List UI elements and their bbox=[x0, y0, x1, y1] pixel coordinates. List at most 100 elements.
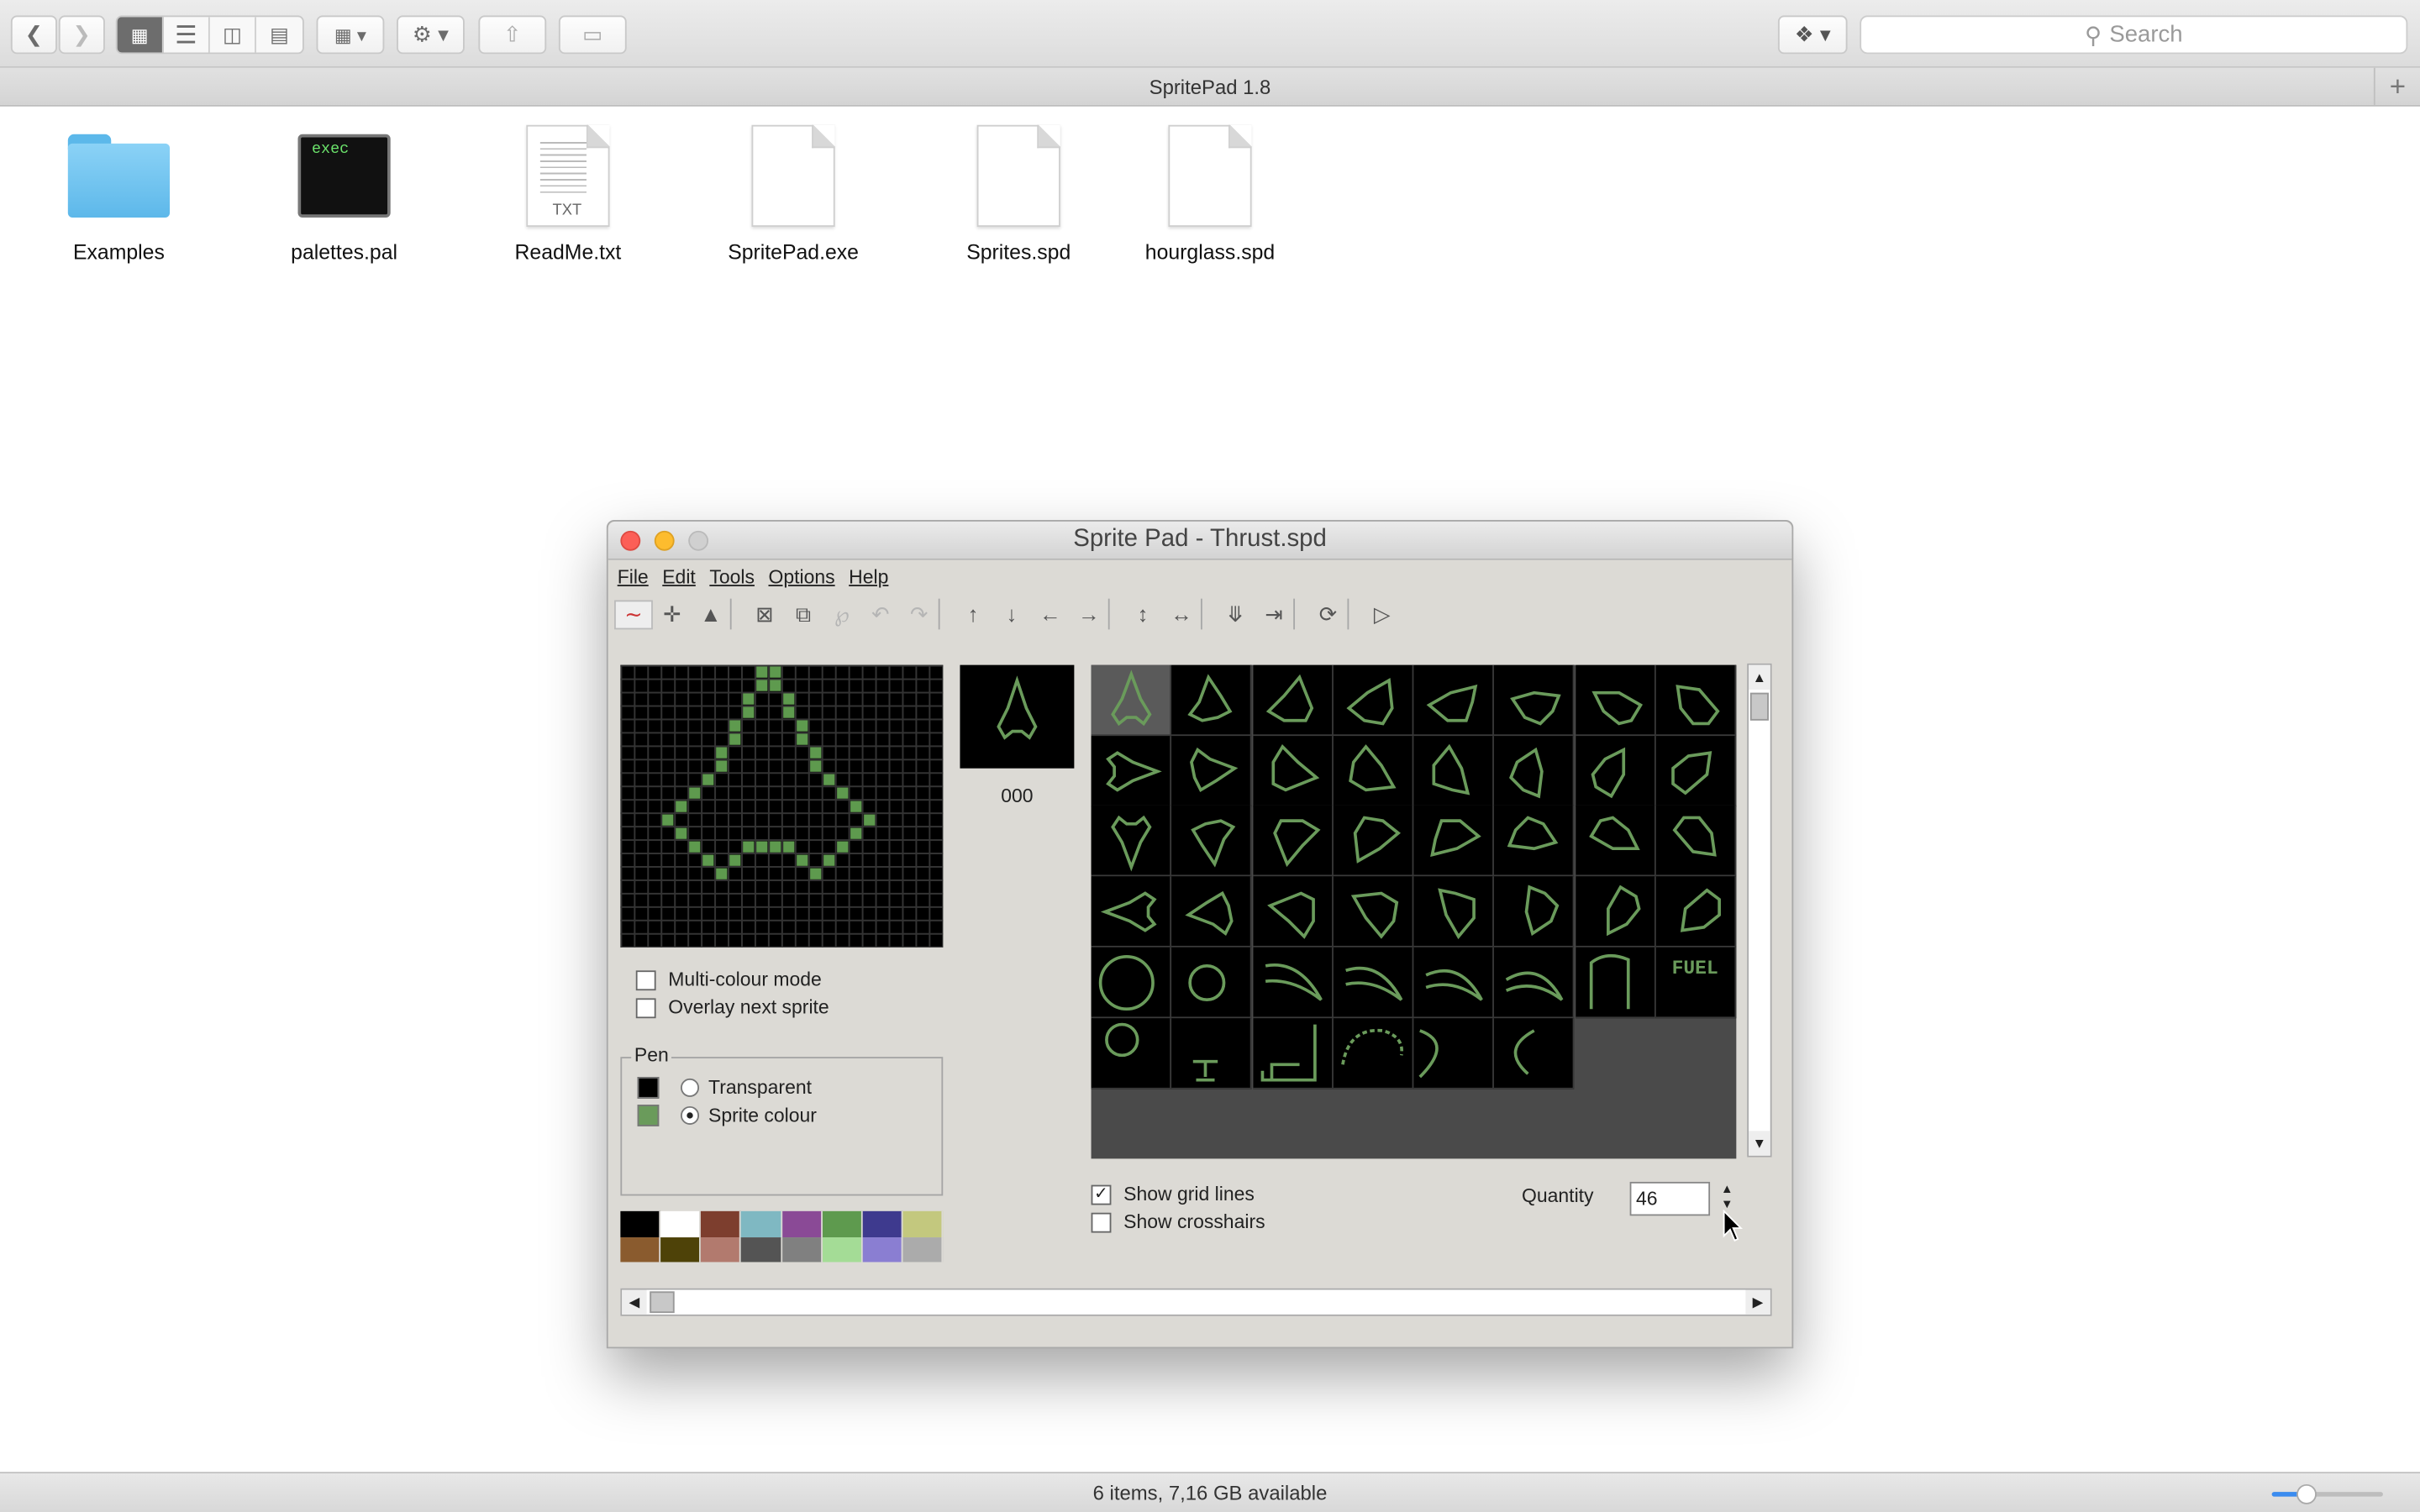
sprite-cell-7[interactable] bbox=[1655, 664, 1736, 737]
palette-colour-2[interactable] bbox=[701, 1210, 742, 1237]
sprite-cell-11[interactable] bbox=[1333, 735, 1413, 807]
sprite-cell-2[interactable] bbox=[1252, 664, 1334, 737]
line-tool-icon[interactable]: ✛ bbox=[653, 601, 692, 627]
file-item-spritepad-exe[interactable]: SpritePad.exe bbox=[701, 120, 886, 264]
icon-size-slider-knob[interactable] bbox=[2296, 1483, 2317, 1504]
draw-tool-icon[interactable]: ∼ bbox=[614, 599, 653, 629]
sprite-cell-9[interactable] bbox=[1171, 735, 1253, 807]
play-icon[interactable]: ▷ bbox=[1363, 601, 1402, 627]
pen-sprite-colour-option[interactable]: Sprite colour bbox=[637, 1105, 817, 1126]
sprite-cell-19[interactable] bbox=[1333, 806, 1413, 877]
forward-button[interactable]: ❯ bbox=[58, 15, 105, 55]
sprite-cell-31[interactable] bbox=[1655, 876, 1736, 948]
share-button[interactable]: ⇧ bbox=[478, 15, 547, 55]
file-item-palettes[interactable]: exec palettes.pal bbox=[251, 120, 436, 264]
dropbox-button[interactable]: ❖ ▾ bbox=[1777, 15, 1848, 55]
sprite-cell-16[interactable] bbox=[1091, 806, 1172, 877]
sprite-cell-44[interactable] bbox=[1413, 1017, 1494, 1089]
palette-colour-3[interactable] bbox=[741, 1210, 782, 1237]
undo-icon[interactable]: ↶ bbox=[861, 601, 900, 627]
sprite-cell-17[interactable] bbox=[1171, 806, 1253, 877]
column-view-button[interactable]: ◫ bbox=[210, 17, 256, 53]
sprite-cell-33[interactable] bbox=[1171, 947, 1253, 1018]
sprite-cell-45[interactable] bbox=[1494, 1017, 1575, 1089]
palette-colour-5[interactable] bbox=[822, 1210, 863, 1237]
sprite-cell-25[interactable] bbox=[1171, 876, 1253, 948]
sprite-cell-37[interactable] bbox=[1494, 947, 1575, 1018]
sprite-cell-20[interactable] bbox=[1413, 806, 1494, 877]
stretch-vertical-icon[interactable]: ⤋ bbox=[1216, 601, 1255, 627]
menu-help[interactable]: Help bbox=[849, 560, 888, 594]
new-tab-button[interactable]: + bbox=[2373, 67, 2420, 105]
show-grid-checkbox[interactable]: ✓ Show grid lines bbox=[1091, 1184, 1255, 1205]
multicolour-checkbox[interactable]: Multi-colour mode bbox=[635, 969, 822, 990]
overlay-checkbox[interactable]: Overlay next sprite bbox=[635, 997, 829, 1018]
menu-file[interactable]: File bbox=[618, 560, 649, 594]
scroll-thumb[interactable] bbox=[1749, 692, 1769, 721]
clear-icon[interactable]: ⊠ bbox=[745, 601, 784, 627]
file-item-hourglass-spd[interactable]: hourglass.spd bbox=[1118, 120, 1302, 264]
sprite-cell-1[interactable] bbox=[1171, 664, 1253, 737]
fill-tool-icon[interactable]: ▲ bbox=[692, 601, 730, 626]
menu-tools[interactable]: Tools bbox=[709, 560, 755, 594]
sprite-cell-39[interactable]: FUEL bbox=[1655, 947, 1736, 1018]
redo-icon[interactable]: ↷ bbox=[900, 601, 939, 627]
palette-colour-4[interactable] bbox=[781, 1210, 823, 1237]
sprite-cell-30[interactable] bbox=[1575, 876, 1655, 948]
sheet-vertical-scrollbar[interactable]: ▲ ▼ bbox=[1747, 663, 1772, 1158]
palette-colour-15[interactable] bbox=[902, 1236, 944, 1263]
horizontal-scrollbar[interactable]: ◀ ▶ bbox=[620, 1288, 1772, 1316]
palette-colour-11[interactable] bbox=[741, 1236, 782, 1263]
sprite-cell-24[interactable] bbox=[1091, 876, 1172, 948]
scroll-down-icon[interactable]: ▼ bbox=[1749, 1131, 1770, 1156]
palette-colour-0[interactable] bbox=[620, 1210, 661, 1237]
sprite-cell-26[interactable] bbox=[1252, 876, 1334, 948]
file-item-readme[interactable]: TXT ReadMe.txt bbox=[476, 120, 660, 264]
flip-horizontal-icon[interactable]: ↔ bbox=[1162, 601, 1201, 626]
sprite-cell-4[interactable] bbox=[1413, 664, 1494, 737]
pen-transparent-option[interactable]: Transparent bbox=[637, 1077, 812, 1099]
palette-colour-7[interactable] bbox=[902, 1210, 944, 1237]
back-button[interactable]: ❮ bbox=[10, 15, 57, 55]
arrange-button[interactable]: ▦ ▾ bbox=[316, 15, 385, 55]
sprite-cell-22[interactable] bbox=[1575, 806, 1655, 877]
quantity-input[interactable]: 46 bbox=[1629, 1181, 1711, 1216]
palette-colour-8[interactable] bbox=[620, 1236, 661, 1263]
show-crosshairs-checkbox[interactable]: Show crosshairs bbox=[1091, 1211, 1265, 1233]
scroll-up-icon[interactable]: ▲ bbox=[1749, 664, 1770, 690]
transparent-radio[interactable] bbox=[681, 1078, 700, 1097]
sprite-cell-38[interactable] bbox=[1575, 947, 1655, 1018]
sprite-cell-43[interactable] bbox=[1333, 1017, 1413, 1089]
sprite-cell-15[interactable] bbox=[1655, 735, 1736, 807]
sprite-cell-29[interactable] bbox=[1494, 876, 1575, 948]
shift-left-icon[interactable]: ← bbox=[1031, 601, 1070, 626]
sprite-colour-swatch[interactable] bbox=[637, 1105, 660, 1126]
palette-colour-13[interactable] bbox=[822, 1236, 863, 1263]
sprite-cell-27[interactable] bbox=[1333, 876, 1413, 948]
shift-right-icon[interactable]: → bbox=[1070, 601, 1108, 626]
tags-button[interactable]: ▭ bbox=[558, 15, 627, 55]
file-item-examples[interactable]: Examples bbox=[26, 120, 211, 264]
sprite-cell-35[interactable] bbox=[1333, 947, 1413, 1018]
sprite-cell-5[interactable] bbox=[1494, 664, 1575, 737]
sprite-cell-40[interactable] bbox=[1091, 1017, 1172, 1089]
flip-vertical-icon[interactable]: ↕ bbox=[1123, 601, 1162, 626]
palette-colour-6[interactable] bbox=[862, 1210, 903, 1237]
list-view-button[interactable]: ☰ bbox=[164, 17, 210, 53]
sprite-edit-canvas[interactable] bbox=[620, 664, 944, 948]
sprite-colour-radio[interactable] bbox=[681, 1105, 700, 1125]
cover-flow-button[interactable]: ▤ bbox=[256, 17, 302, 52]
transparent-swatch[interactable] bbox=[637, 1077, 660, 1099]
sprite-cell-0[interactable] bbox=[1091, 664, 1172, 737]
stretch-horizontal-icon[interactable]: ⇥ bbox=[1255, 601, 1293, 627]
sprite-cell-41[interactable] bbox=[1171, 1017, 1253, 1089]
rotate-icon[interactable]: ⟳ bbox=[1309, 601, 1348, 627]
scroll-left-icon[interactable]: ◀ bbox=[622, 1289, 647, 1315]
sprite-cell-18[interactable] bbox=[1252, 806, 1334, 877]
palette-colour-12[interactable] bbox=[781, 1236, 823, 1263]
action-button[interactable]: ⚙ ▾ bbox=[397, 15, 465, 55]
minimize-button[interactable] bbox=[654, 530, 675, 551]
sprite-cell-42[interactable] bbox=[1252, 1017, 1334, 1089]
palette-colour-9[interactable] bbox=[660, 1236, 702, 1263]
sprite-cell-8[interactable] bbox=[1091, 735, 1172, 807]
